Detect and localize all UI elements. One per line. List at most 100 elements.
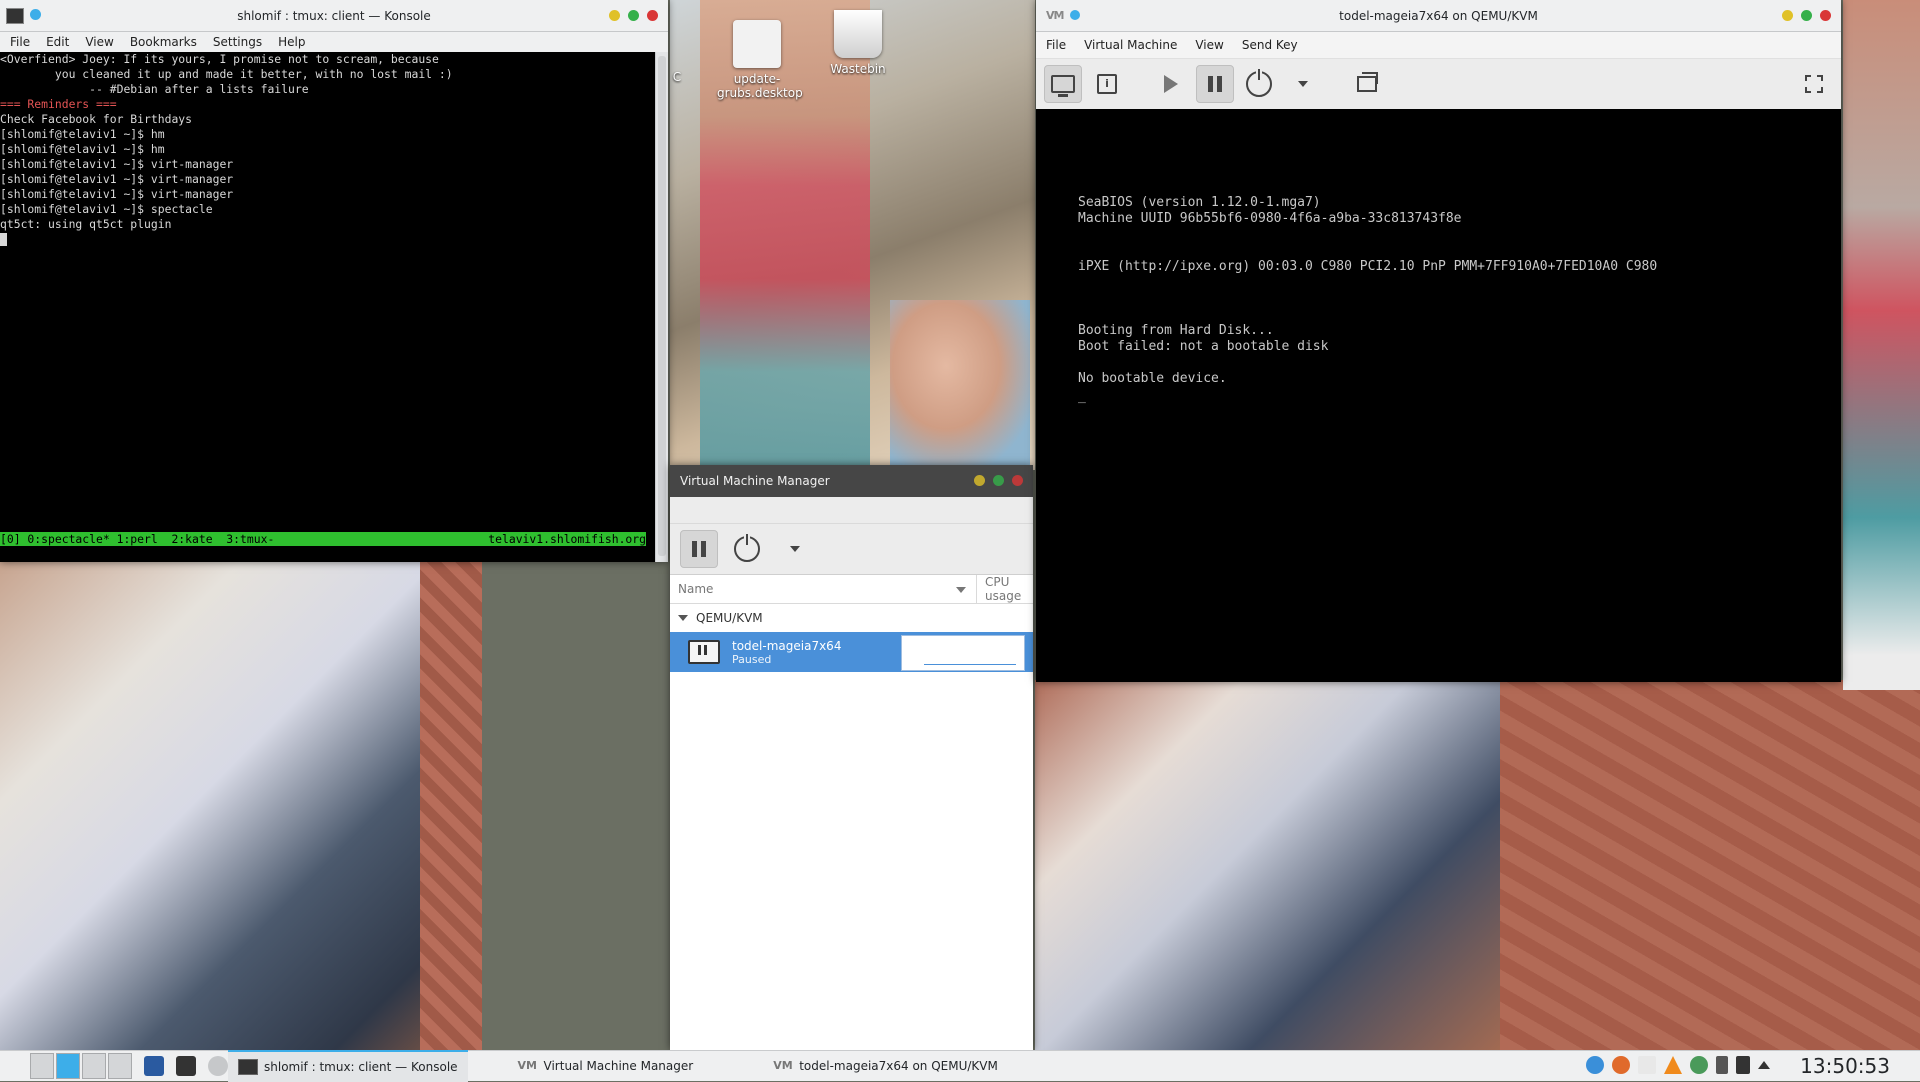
column-name-label: Name (678, 582, 714, 596)
clipboard-icon[interactable] (1638, 1056, 1656, 1074)
vm-name: todel-mageia7x64 (732, 638, 842, 653)
updates-icon[interactable] (1690, 1056, 1708, 1074)
notes-icon[interactable] (1716, 1056, 1728, 1074)
terminal-line: Check Facebook for Birthdays (0, 112, 193, 126)
close-button[interactable] (647, 10, 658, 21)
terminal-line: [shlomif@telaviv1 ~]$ spectacle (0, 202, 213, 216)
desktop-4[interactable] (108, 1053, 132, 1079)
minimize-button[interactable] (1782, 10, 1793, 21)
maximize-button[interactable] (1801, 10, 1812, 21)
konsole-titlebar[interactable]: shlomif : tmux: client — Konsole (0, 0, 668, 32)
minimize-button[interactable] (974, 475, 985, 486)
menu-virtual-machine[interactable]: Virtual Machine (1084, 38, 1177, 52)
menu-help[interactable]: Help (278, 35, 305, 49)
monitor-icon (1051, 75, 1075, 97)
shutdown-menu-button[interactable] (1284, 65, 1322, 103)
minimize-button[interactable] (609, 10, 620, 21)
vm-paused-icon (688, 640, 720, 664)
menu-file[interactable]: File (10, 35, 30, 49)
vm-viewer-window[interactable]: VM todel-mageia7x64 on QEMU/KVM File Vir… (1036, 0, 1841, 682)
viewer-title: todel-mageia7x64 on QEMU/KVM (1339, 8, 1538, 23)
menu-view[interactable]: View (1195, 38, 1223, 52)
terminal-line: qt5ct: using qt5ct plugin (0, 217, 172, 231)
vlc-icon[interactable] (1664, 1056, 1682, 1074)
viewer-titlebar[interactable]: VM todel-mageia7x64 on QEMU/KVM (1036, 0, 1841, 32)
pause-icon (692, 541, 706, 557)
vm-list-header: Name CPU usage (670, 575, 1033, 604)
close-button[interactable] (1820, 10, 1831, 21)
menu-edit[interactable]: Edit (46, 35, 69, 49)
run-button[interactable] (1152, 65, 1190, 103)
close-button[interactable] (1012, 475, 1023, 486)
tray-expand-icon[interactable] (1758, 1061, 1770, 1069)
desktop-icon-partial[interactable]: C (668, 70, 686, 84)
trash-icon (834, 10, 882, 58)
menu-send-key[interactable]: Send Key (1242, 38, 1298, 52)
vm-console-screen[interactable]: SeaBIOS (version 1.12.0-1.mga7) Machine … (1036, 109, 1841, 682)
desktop-3[interactable] (82, 1053, 106, 1079)
menu-file[interactable]: File (1046, 38, 1066, 52)
virt-manager-icon: VM (773, 1059, 793, 1072)
task-konsole[interactable]: shlomif : tmux: client — Konsole (228, 1050, 468, 1082)
console-button[interactable] (1044, 65, 1082, 103)
desktop-1[interactable] (30, 1053, 54, 1079)
pause-button[interactable] (680, 530, 718, 568)
pause-button[interactable] (1196, 65, 1234, 103)
pin-icon[interactable] (30, 9, 41, 20)
terminal-icon[interactable] (6, 8, 24, 24)
vmm-titlebar[interactable]: Virtual Machine Manager (670, 465, 1033, 497)
wallpaper-brick-right (1500, 680, 1920, 1050)
terminal-icon (238, 1059, 258, 1075)
desktop-icon-update-grubs[interactable]: update-grubs.desktop (717, 20, 803, 100)
fullscreen-icon[interactable] (1805, 75, 1823, 93)
firefox-icon[interactable] (1612, 1056, 1630, 1074)
power-icon (734, 534, 760, 562)
pause-icon (1208, 76, 1222, 92)
menu-view[interactable]: View (85, 35, 113, 49)
desktop-icon-wastebin[interactable]: Wastebin (818, 10, 898, 76)
terminal-line: <Overfiend> Joey: If its yours, I promis… (0, 52, 439, 66)
column-cpu[interactable]: CPU usage (977, 575, 1033, 603)
task-label: shlomif : tmux: client — Konsole (264, 1060, 458, 1074)
connection-group[interactable]: QEMU/KVM (670, 604, 1033, 632)
maximize-button[interactable] (628, 10, 639, 21)
shutdown-button[interactable] (728, 530, 766, 568)
bios-line: No bootable device. (1078, 371, 1227, 386)
menu-bookmarks[interactable]: Bookmarks (130, 35, 197, 49)
clock[interactable]: 13:50:53 (1800, 1054, 1890, 1078)
volume-icon[interactable] (1736, 1056, 1750, 1074)
desktop-icon-label: update-grubs.desktop (717, 72, 803, 100)
network-icon[interactable] (1586, 1056, 1604, 1074)
snapshots-button[interactable] (1348, 65, 1386, 103)
konsole-window[interactable]: shlomif : tmux: client — Konsole File Ed… (0, 0, 668, 562)
terminal-line: [shlomif@telaviv1 ~]$ virt-manager (0, 187, 234, 201)
virt-manager-icon: VM (517, 1059, 537, 1072)
maximize-button[interactable] (993, 475, 1004, 486)
menu-settings[interactable]: Settings (213, 35, 262, 49)
konsole-title: shlomif : tmux: client — Konsole (237, 8, 431, 23)
bios-line: Machine UUID 96b55bf6-0980-4f6a-a9ba-33c… (1078, 211, 1462, 226)
shutdown-menu-button[interactable] (776, 530, 814, 568)
system-tray (1586, 1056, 1770, 1074)
vm-row[interactable]: todel-mageia7x64 Paused (670, 632, 1033, 672)
details-button[interactable]: i (1088, 65, 1126, 103)
settings-gear-icon[interactable] (208, 1056, 228, 1076)
virtual-desktop-pager[interactable] (30, 1053, 132, 1079)
pin-icon[interactable] (1070, 10, 1080, 20)
virt-manager-logo: VM (1046, 9, 1064, 22)
terminal-output[interactable]: <Overfiend> Joey: If its yours, I promis… (0, 52, 656, 562)
terminal-launcher-icon[interactable] (176, 1056, 196, 1076)
vmm-window[interactable]: Virtual Machine Manager Name CPU usage Q… (670, 465, 1033, 1050)
shutdown-button[interactable] (1240, 65, 1278, 103)
desktop-2[interactable] (56, 1053, 80, 1079)
connection-label: QEMU/KVM (696, 611, 763, 625)
vmm-toolbar (670, 524, 1033, 575)
column-name[interactable]: Name (670, 575, 977, 603)
show-desktop-icon[interactable] (144, 1056, 164, 1076)
task-viewer[interactable]: VM todel-mageia7x64 on QEMU/KVM (763, 1051, 1008, 1081)
desktop-icon-label: Wastebin (830, 62, 886, 76)
task-vmm[interactable]: VM Virtual Machine Manager (508, 1051, 704, 1081)
desktop-icon-partial-label: C (672, 70, 682, 84)
expander-icon[interactable] (678, 615, 688, 621)
terminal-scrollbar[interactable] (655, 52, 668, 562)
